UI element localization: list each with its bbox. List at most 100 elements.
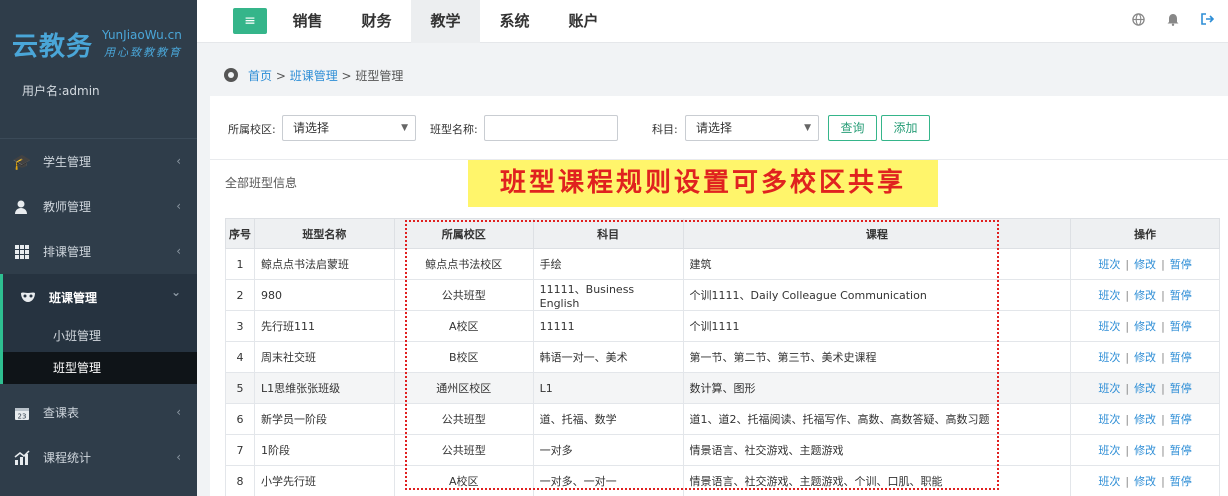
- row-number: 7: [225, 434, 255, 466]
- breadcrumb-sep: >: [272, 69, 290, 83]
- top-nav: 销售 财务 教学 系统 账户: [273, 0, 618, 43]
- classes-link[interactable]: 班次: [1098, 320, 1120, 333]
- pause-link[interactable]: 暂停: [1170, 444, 1192, 457]
- classes-link[interactable]: 班次: [1098, 258, 1120, 271]
- mask-icon: [18, 287, 38, 307]
- pause-link[interactable]: 暂停: [1170, 475, 1192, 488]
- classes-link[interactable]: 班次: [1098, 351, 1120, 364]
- edit-link[interactable]: 修改: [1134, 320, 1156, 333]
- classes-link[interactable]: 班次: [1098, 382, 1120, 395]
- edit-link[interactable]: 修改: [1134, 382, 1156, 395]
- query-button[interactable]: 查询: [828, 115, 877, 141]
- table-row: 5 L1思维张张班级 通州区校区 L1 数计算、图形 班次 | 修改 | 暂停: [225, 372, 1220, 404]
- campus-cell: B校区: [393, 341, 534, 373]
- logout-icon[interactable]: [1201, 13, 1215, 30]
- classes-link[interactable]: 班次: [1098, 475, 1120, 488]
- action-separator: |: [1161, 320, 1165, 333]
- sidebar-item-label: 班课管理: [49, 290, 98, 305]
- brand-slogan: 用心致教教育: [104, 46, 182, 59]
- course-cell: 情景语言、社交游戏、主题游戏、个训、口肌、职能: [682, 465, 1072, 496]
- bell-icon[interactable]: [1167, 13, 1179, 30]
- pause-link[interactable]: 暂停: [1170, 320, 1192, 333]
- course-cell: 道1、道2、托福阅读、托福写作、高数、高数答疑、高数习题: [682, 403, 1072, 435]
- subject-cell: 韩语一对一、美术: [532, 341, 684, 373]
- sidebar-item-timetable[interactable]: 23 查课表 ‹: [0, 390, 197, 435]
- table-row: 2 980 公共班型 11111、Business English 个训1111、Dai…: [225, 279, 1220, 311]
- course-cell: 建筑: [682, 248, 1072, 280]
- chevron-left-icon: ‹: [176, 244, 181, 258]
- row-actions: 班次 | 修改 | 暂停: [1070, 434, 1220, 466]
- edit-link[interactable]: 修改: [1134, 258, 1156, 271]
- tab-account[interactable]: 账户: [549, 0, 618, 43]
- user-teacher-icon: [12, 197, 32, 217]
- table-row: 3 先行班111 A校区 11111 个训1111 班次 | 修改 | 暂停: [225, 310, 1220, 342]
- sidebar-item-teachers[interactable]: 教师管理 ‹: [0, 184, 197, 229]
- course-cell: 个训1111、Daily Colleague Communication: [682, 279, 1072, 311]
- class-type-name: 1阶段: [253, 434, 395, 466]
- subject-cell: 11111: [532, 310, 684, 342]
- sidebar-item-label: 查课表: [43, 406, 80, 420]
- action-separator: |: [1125, 351, 1130, 364]
- tab-system[interactable]: 系统: [480, 0, 549, 43]
- edit-link[interactable]: 修改: [1134, 413, 1156, 426]
- brand-logo: 云教务 YunJiaoWu.cn 用心致教教育: [0, 0, 197, 78]
- action-separator: |: [1161, 413, 1165, 426]
- subject-cell: L1: [532, 372, 684, 404]
- classtype-filter-label: 班型名称:: [430, 123, 478, 136]
- pause-link[interactable]: 暂停: [1170, 382, 1192, 395]
- edit-link[interactable]: 修改: [1134, 475, 1156, 488]
- table-row: 8 小学先行班 A校区 一对多、一对一 情景语言、社交游戏、主题游戏、个训、口肌、职能班…: [225, 465, 1220, 496]
- classes-link[interactable]: 班次: [1098, 413, 1120, 426]
- row-actions: 班次 | 修改 | 暂停: [1070, 279, 1220, 311]
- sidebar-item-students[interactable]: 🎓 学生管理 ‹: [0, 139, 197, 184]
- sidebar-submenu: 小班管理 班型管理: [0, 320, 197, 384]
- globe-icon[interactable]: [1132, 13, 1145, 30]
- classtype-name-input[interactable]: [484, 115, 618, 141]
- pause-link[interactable]: 暂停: [1170, 258, 1192, 271]
- row-actions: 班次 | 修改 | 暂停: [1070, 341, 1220, 373]
- add-button[interactable]: 添加: [881, 115, 930, 141]
- breadcrumb-sep: >: [337, 69, 356, 83]
- filter-bar: 所属校区: 请选择 ▼ 班型名称: 科目: 请选择 ▼ 查询 添加: [210, 96, 1228, 160]
- sidebar-subitem-small-class[interactable]: 小班管理: [3, 320, 197, 352]
- classes-link[interactable]: 班次: [1098, 289, 1120, 302]
- row-actions: 班次 | 修改 | 暂停: [1070, 465, 1220, 496]
- edit-link[interactable]: 修改: [1134, 289, 1156, 302]
- chevron-left-icon: ‹: [176, 154, 181, 168]
- class-type-name: 鲸点点书法启蒙班: [253, 248, 395, 280]
- class-type-name: 新学员一阶段: [253, 403, 395, 435]
- column-header: 课程: [682, 218, 1072, 249]
- tab-finance[interactable]: 财务: [342, 0, 411, 43]
- campus-select[interactable]: 请选择 ▼: [282, 115, 416, 141]
- hamburger-icon: ≡: [244, 13, 256, 29]
- sidebar-item-scheduling[interactable]: 排课管理 ‹: [0, 229, 197, 274]
- sidebar-item-class-management[interactable]: 班课管理 ⌄: [0, 274, 197, 320]
- chart-icon: [12, 448, 32, 468]
- pause-link[interactable]: 暂停: [1170, 289, 1192, 302]
- row-actions: 班次 | 修改 | 暂停: [1070, 403, 1220, 435]
- action-separator: |: [1125, 475, 1130, 488]
- sidebar-item-course-stats[interactable]: 课程统计 ‹: [0, 435, 197, 480]
- pause-link[interactable]: 暂停: [1170, 351, 1192, 364]
- breadcrumb: 首页 > 班课管理 > 班型管理: [210, 58, 1228, 94]
- column-header: 科目: [532, 218, 684, 249]
- pause-link[interactable]: 暂停: [1170, 413, 1192, 426]
- breadcrumb-class-management[interactable]: 班课管理: [290, 69, 338, 83]
- edit-link[interactable]: 修改: [1134, 351, 1156, 364]
- breadcrumb-home[interactable]: 首页: [248, 69, 272, 83]
- caret-down-icon: ▼: [401, 123, 408, 133]
- action-separator: |: [1161, 475, 1165, 488]
- tab-sales[interactable]: 销售: [273, 0, 342, 43]
- classes-link[interactable]: 班次: [1098, 444, 1120, 457]
- subject-cell: 11111、Business English: [532, 279, 684, 311]
- sidebar-subitem-class-type[interactable]: 班型管理: [3, 352, 197, 384]
- action-separator: |: [1125, 258, 1130, 271]
- edit-link[interactable]: 修改: [1134, 444, 1156, 457]
- sidebar: 云教务 YunJiaoWu.cn 用心致教教育 用户名:admin 🎓 学生管理…: [0, 0, 197, 496]
- subject-select[interactable]: 请选择 ▼: [685, 115, 819, 141]
- class-type-table: 序号 班型名称 所属校区 科目 课程 操作 1 鲸点点书法启蒙班 鲸点点书法校区 手绘…: [225, 218, 1220, 496]
- menu-toggle-button[interactable]: ≡: [233, 8, 267, 34]
- action-separator: |: [1161, 289, 1165, 302]
- tab-teaching[interactable]: 教学: [411, 0, 480, 43]
- action-separator: |: [1125, 413, 1130, 426]
